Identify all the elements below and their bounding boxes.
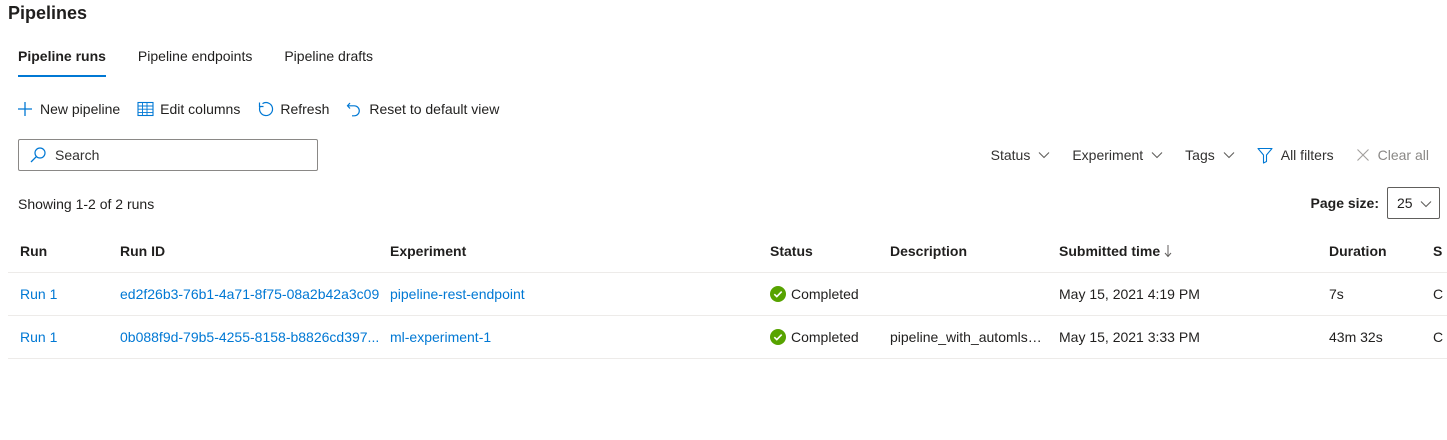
chevron-down-icon [1223, 151, 1235, 159]
check-circle-icon [770, 329, 786, 345]
tags-filter-label: Tags [1185, 147, 1215, 163]
truncated-cell-text: C [1433, 286, 1444, 302]
status-filter-label: Status [990, 147, 1031, 163]
page-size-value: 25 [1397, 195, 1413, 211]
status-filter-dropdown[interactable]: Status [991, 147, 1051, 163]
column-header-truncated[interactable]: S [1433, 230, 1447, 272]
duration-text: 7s [1329, 286, 1344, 302]
search-input[interactable] [55, 147, 295, 163]
submitted-time-header-label: Submitted time [1059, 243, 1161, 259]
all-filters-label: All filters [1280, 147, 1334, 163]
tab-pipeline-drafts[interactable]: Pipeline drafts [284, 46, 373, 78]
experiment-filter-dropdown[interactable]: Experiment [1072, 147, 1163, 163]
tags-filter-dropdown[interactable]: Tags [1185, 147, 1235, 163]
refresh-label: Refresh [280, 101, 330, 117]
column-header-submitted-time[interactable]: Submitted time [1059, 230, 1319, 272]
funnel-icon [1257, 147, 1273, 164]
chevron-down-icon [1151, 151, 1163, 159]
column-header-experiment[interactable]: Experiment [390, 230, 760, 272]
chevron-down-icon [1420, 195, 1432, 211]
page-size-control: Page size: 25 [1311, 187, 1440, 219]
refresh-button[interactable]: Refresh [256, 100, 329, 118]
all-filters-button[interactable]: All filters [1257, 147, 1334, 164]
status-text: Completed [791, 329, 859, 345]
page-size-label: Page size: [1310, 195, 1379, 211]
edit-columns-button[interactable]: Edit columns [136, 100, 240, 118]
tab-pipeline-endpoints[interactable]: Pipeline endpoints [138, 46, 252, 78]
reset-view-label: Reset to default view [369, 101, 500, 117]
search-icon [29, 146, 47, 164]
clear-all-label: Clear all [1377, 147, 1429, 163]
reset-view-button[interactable]: Reset to default view [345, 100, 499, 118]
runs-table: Run Run ID Experiment Status Description… [8, 230, 1447, 359]
duration-text: 43m 32s [1329, 329, 1383, 345]
column-header-duration[interactable]: Duration [1329, 230, 1429, 272]
truncated-cell-text: C [1433, 329, 1444, 345]
plus-icon [16, 100, 34, 118]
undo-arrow-icon [345, 100, 363, 118]
clear-all-button[interactable]: Clear all [1356, 147, 1429, 163]
submitted-time-text: May 15, 2021 4:19 PM [1059, 286, 1200, 302]
status-text: Completed [791, 286, 859, 302]
status-cell: Completed [770, 316, 880, 358]
edit-columns-label: Edit columns [160, 101, 241, 117]
column-header-description[interactable]: Description [890, 230, 1042, 272]
experiment-link[interactable]: pipeline-rest-endpoint [390, 286, 525, 302]
run-id-link[interactable]: 0b088f9d-79b5-4255-8158-b8826cd397... [120, 329, 379, 345]
column-header-status[interactable]: Status [770, 230, 880, 272]
chevron-down-icon [1038, 151, 1050, 159]
table-grid-icon [136, 100, 154, 118]
page-title: Pipelines [8, 3, 88, 23]
submitted-time-text: May 15, 2021 3:33 PM [1059, 329, 1200, 345]
description-text: pipeline_with_automlst... [890, 329, 1042, 345]
table-row: Run 1 ed2f26b3-76b1-4a71-8f75-08a2b42a3c… [8, 273, 1447, 316]
run-id-link[interactable]: ed2f26b3-76b1-4a71-8f75-08a2b42a3c09 [120, 286, 379, 302]
column-header-run[interactable]: Run [20, 230, 110, 272]
experiment-link[interactable]: ml-experiment-1 [390, 329, 491, 345]
tab-pipeline-runs[interactable]: Pipeline runs [18, 46, 106, 78]
search-box[interactable] [18, 139, 318, 171]
table-header-row: Run Run ID Experiment Status Description… [8, 230, 1447, 273]
column-header-run-id[interactable]: Run ID [120, 230, 382, 272]
sort-descending-icon [1164, 244, 1172, 258]
status-cell: Completed [770, 273, 880, 315]
tab-bar: Pipeline runs Pipeline endpoints Pipelin… [18, 46, 405, 78]
new-pipeline-label: New pipeline [40, 101, 121, 117]
filter-bar: Status Experiment Tags All filters Clear… [969, 144, 1429, 166]
check-circle-icon [770, 286, 786, 302]
new-pipeline-button[interactable]: New pipeline [16, 100, 120, 118]
run-link[interactable]: Run 1 [20, 329, 57, 345]
table-row: Run 1 0b088f9d-79b5-4255-8158-b8826cd397… [8, 316, 1447, 359]
page-size-dropdown[interactable]: 25 [1387, 187, 1440, 219]
refresh-icon [256, 100, 274, 118]
close-icon [1356, 148, 1370, 162]
results-count: Showing 1-2 of 2 runs [18, 196, 155, 212]
command-bar: New pipeline Edit columns Refresh Reset … [16, 98, 515, 120]
run-link[interactable]: Run 1 [20, 286, 57, 302]
experiment-filter-label: Experiment [1072, 147, 1144, 163]
